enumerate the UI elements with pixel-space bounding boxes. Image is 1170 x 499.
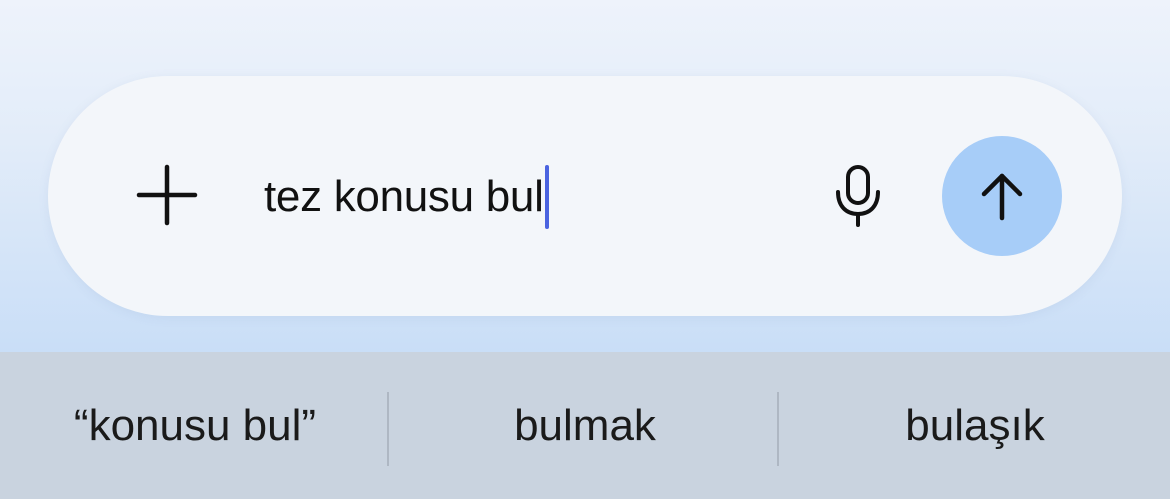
microphone-icon [836,165,880,227]
attach-button[interactable] [130,158,204,232]
voice-input-button[interactable] [826,160,890,232]
keyboard-suggestion-bar: “konusu bul” bulmak bulaşık [0,352,1170,499]
message-input-text: tez konusu bul [264,172,544,221]
suggestion-divider [387,392,389,466]
suggestion-bulmak[interactable]: bulmak [390,352,780,499]
suggestion-label: bulmak [514,400,656,450]
suggestion-bulasik[interactable]: bulaşık [780,352,1170,499]
suggestion-divider [777,392,779,466]
plus-icon [136,164,198,226]
suggestion-label: bulaşık [905,400,1045,450]
suggestion-literal[interactable]: “konusu bul” [0,352,390,499]
message-input[interactable]: tez konusu bul [264,165,549,229]
arrow-up-icon [981,173,1023,221]
send-button[interactable] [942,136,1062,256]
suggestion-label: “konusu bul” [73,400,317,450]
text-caret [544,165,549,229]
